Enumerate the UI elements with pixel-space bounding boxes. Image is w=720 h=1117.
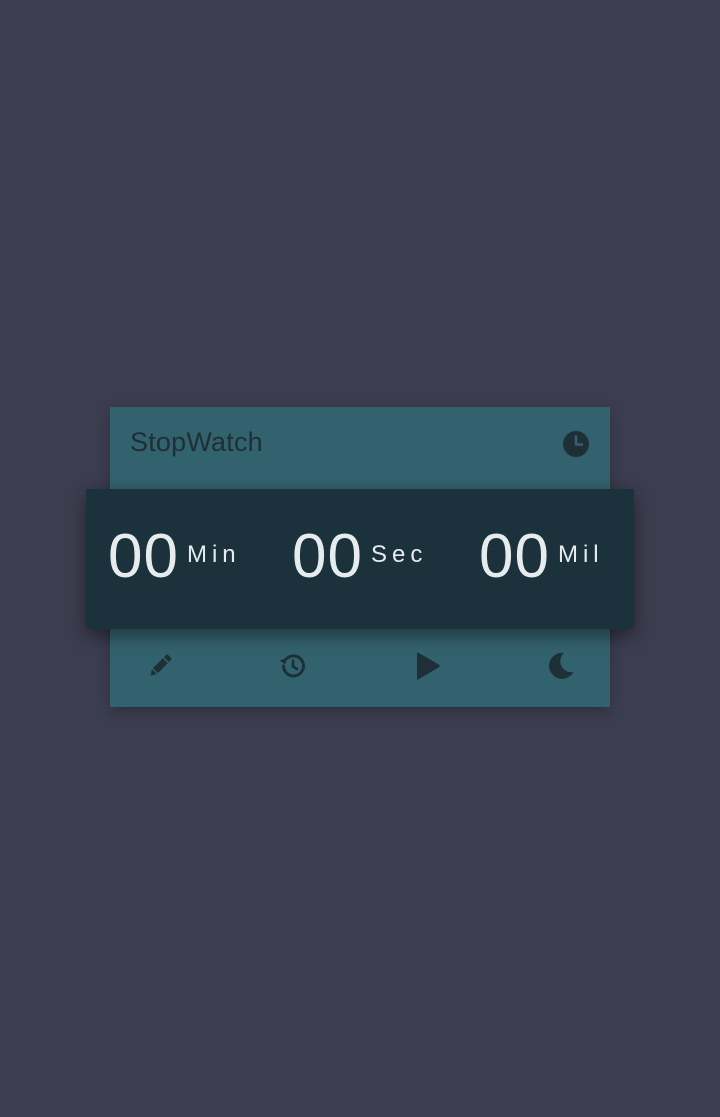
millis-value: 00	[479, 522, 550, 591]
history-icon	[277, 650, 309, 682]
pencil-icon	[145, 651, 175, 681]
time-display: 00 Min 00 Sec 00 Mil	[86, 489, 634, 629]
action-toolbar	[110, 629, 610, 707]
history-button[interactable]	[276, 649, 310, 683]
millis-segment: 00 Mil	[479, 522, 604, 592]
minutes-unit: Min	[186, 541, 241, 568]
minutes-value: 00	[108, 522, 179, 591]
seconds-unit: Sec	[370, 541, 428, 568]
minutes-segment: 00 Min	[108, 522, 241, 592]
theme-toggle-button[interactable]	[543, 649, 577, 683]
moon-icon	[545, 651, 575, 681]
millis-unit: Mil	[557, 541, 604, 568]
play-button[interactable]	[410, 649, 444, 683]
edit-button[interactable]	[143, 649, 177, 683]
card-header: StopWatch	[110, 407, 610, 489]
play-icon	[412, 651, 442, 681]
seconds-segment: 00 Sec	[292, 522, 427, 592]
app-title: StopWatch	[130, 427, 263, 457]
seconds-value: 00	[292, 522, 363, 591]
clock-icon	[561, 429, 591, 459]
